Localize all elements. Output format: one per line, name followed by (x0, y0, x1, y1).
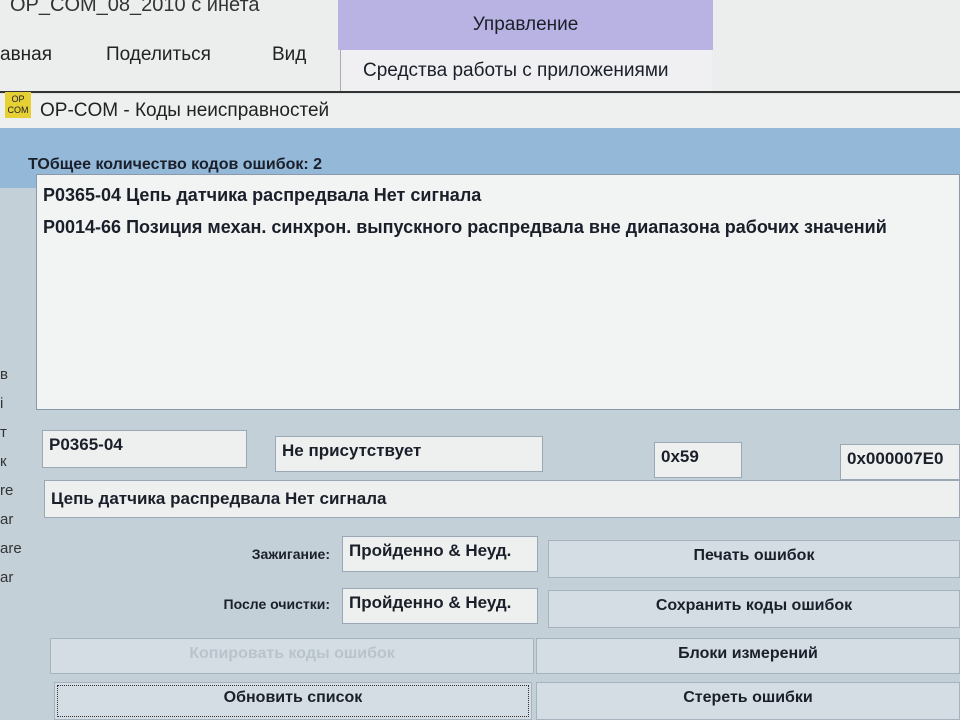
error-count-value: 2 (313, 156, 323, 173)
save-codes-button[interactable]: Сохранить коды ошибок (548, 590, 960, 628)
after-clear-label: После очистки: (223, 596, 330, 612)
after-clear-field: Пройденно & Неуд. (342, 588, 538, 624)
background-window-edge: в і т к re ar are ar (0, 366, 22, 586)
tab-share[interactable]: Поделиться (106, 44, 211, 66)
error-count: ТОбщее количество кодов ошибок: 2 (28, 156, 322, 174)
divider (0, 91, 960, 93)
error-code-list[interactable]: P0365-04 Цепь датчика распредвала Нет си… (36, 174, 960, 410)
code-field: P0365-04 (42, 430, 247, 468)
print-errors-button[interactable]: Печать ошибок (548, 540, 960, 578)
error-count-label: ТОбщее количество кодов ошибок: (28, 156, 309, 173)
value2-field: 0x000007E0 (840, 444, 960, 480)
refresh-list-button[interactable]: Обновить список (54, 682, 532, 720)
status-field: Не присутствует (275, 436, 543, 472)
ignition-label: Зажигание: (251, 546, 330, 562)
tab-manage[interactable]: Управление (338, 0, 713, 50)
explorer-title: OP_COM_08_2010 с инета (10, 0, 260, 16)
list-item[interactable]: P0365-04 Цепь датчика распредвала Нет си… (43, 179, 953, 211)
window-title: OP-COM - Коды неисправностей (40, 100, 330, 121)
clear-errors-button[interactable]: Стереть ошибки (536, 682, 960, 720)
copy-codes-button[interactable]: Копировать коды ошибок (50, 638, 534, 674)
value1-field: 0x59 (654, 442, 742, 478)
tab-home[interactable]: авная (0, 44, 52, 66)
description-field: Цепь датчика распредвала Нет сигнала (44, 480, 960, 518)
measurement-blocks-button[interactable]: Блоки измерений (536, 638, 960, 674)
ignition-field: Пройденно & Неуд. (342, 536, 538, 572)
list-item[interactable]: P0014-66 Позиция механ. синхрон. выпускн… (43, 211, 953, 243)
tab-view[interactable]: Вид (272, 44, 306, 66)
opcom-logo-icon: OP COM (5, 92, 31, 118)
app-tools-tab[interactable]: Средства работы с приложениями (340, 50, 712, 92)
